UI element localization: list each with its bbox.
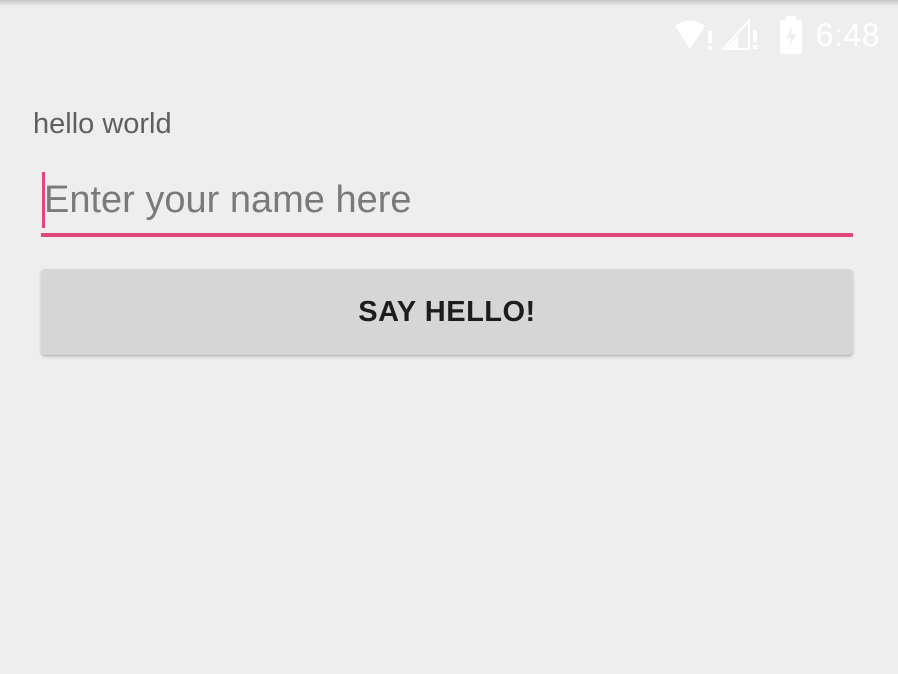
hello-text: hello world <box>33 108 172 140</box>
status-icons: 6:48 <box>674 15 880 55</box>
status-time: 6:48 <box>815 16 880 53</box>
name-field <box>41 168 853 238</box>
say-hello-button[interactable]: SAY HELLO! <box>41 269 853 355</box>
name-input[interactable] <box>41 168 853 232</box>
signal-icon <box>721 19 758 51</box>
input-underline <box>41 233 853 237</box>
wifi-icon <box>674 18 716 52</box>
status-bar: 6:48 <box>0 5 898 65</box>
battery-charging-icon <box>779 16 802 54</box>
text-cursor <box>42 172 45 228</box>
